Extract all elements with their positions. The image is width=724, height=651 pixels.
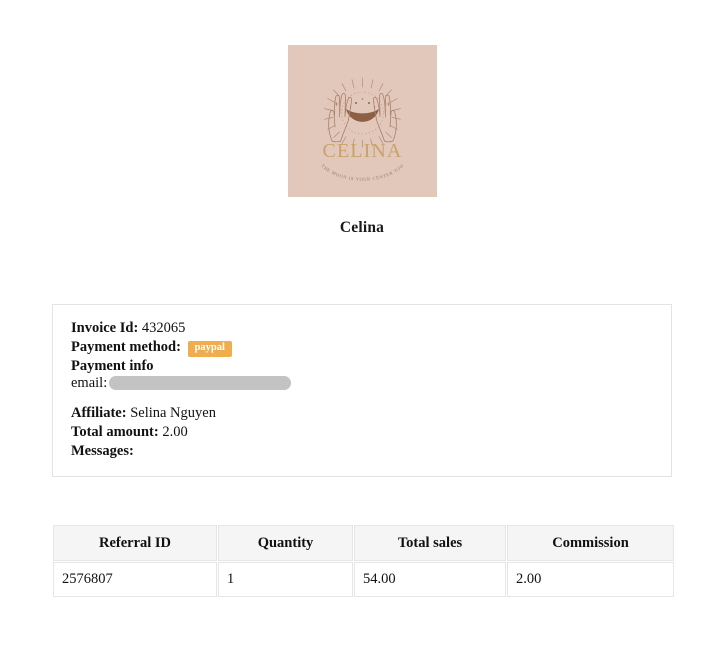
messages-row: Messages: <box>71 442 653 461</box>
column-header-quantity: Quantity <box>218 525 353 561</box>
total-amount-value: 2.00 <box>162 424 188 440</box>
total-amount-row: Total amount: 2.00 <box>71 423 653 442</box>
cell-commission: 2.00 <box>507 562 674 597</box>
messages-label: Messages: <box>71 443 134 459</box>
page-title: Celina <box>339 219 385 236</box>
cell-total-sales: 54.00 <box>354 562 506 597</box>
affiliate-value: Selina Nguyen <box>130 405 216 421</box>
logo-wordmark-text: CELINA <box>322 140 402 162</box>
payment-method-label: Payment method: <box>71 339 181 355</box>
payment-email-row: email: <box>71 374 653 392</box>
invoice-id-row: Invoice Id: 432065 <box>71 319 653 338</box>
logo-tagline-text: THE MOON IS YOUR CENTER TOO <box>320 163 404 182</box>
cell-quantity: 1 <box>218 562 353 597</box>
celina-moon-hands-logo-icon: CELINA THE MOON IS YOUR CENTER TOO <box>320 77 404 182</box>
invoice-id-label: Invoice Id: <box>71 320 139 336</box>
invoice-details-panel: Invoice Id: 432065 Payment method: paypa… <box>52 304 672 477</box>
email-label: email: <box>71 375 108 391</box>
payment-method-row: Payment method: paypal <box>71 338 653 357</box>
column-header-total-sales: Total sales <box>354 525 506 561</box>
invoice-id-value: 432065 <box>141 320 186 336</box>
payment-info-label: Payment info <box>71 358 154 374</box>
brand-logo-card: CELINA THE MOON IS YOUR CENTER TOO <box>287 45 437 197</box>
table-header-row: Referral ID Quantity Total sales Commiss… <box>53 525 674 561</box>
total-amount-label: Total amount: <box>71 424 159 440</box>
column-header-referral-id: Referral ID <box>53 525 217 561</box>
referral-table: Referral ID Quantity Total sales Commiss… <box>52 524 675 598</box>
brand-header: CELINA THE MOON IS YOUR CENTER TOO Celin… <box>0 0 724 237</box>
referral-table-container: Referral ID Quantity Total sales Commiss… <box>52 524 675 598</box>
table-row: 2576807 1 54.00 2.00 <box>53 562 674 597</box>
status-badge: paypal <box>187 341 232 357</box>
email-redaction-bar <box>109 376 292 390</box>
affiliate-label: Affiliate: <box>71 405 127 421</box>
column-header-commission: Commission <box>507 525 674 561</box>
affiliate-row: Affiliate: Selina Nguyen <box>71 404 653 423</box>
cell-referral-id: 2576807 <box>53 562 217 597</box>
